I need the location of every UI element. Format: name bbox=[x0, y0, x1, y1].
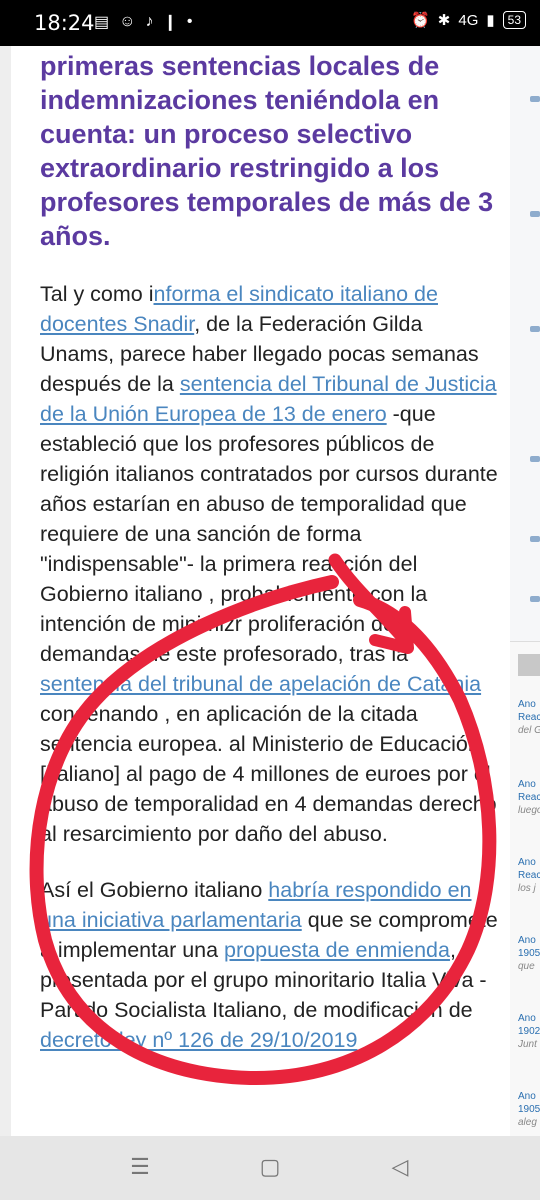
catania-sentence-link[interactable]: sentencia del tribunal de apelación de C… bbox=[40, 672, 481, 696]
notification-icons: ▤ ☺ ♪ ❙ • bbox=[94, 12, 192, 32]
alarm-icon: ⏰ bbox=[411, 12, 430, 29]
sidebar-bullet-icon bbox=[530, 456, 540, 462]
status-bar: 18:24 ▤ ☺ ♪ ❙ • ⏰ ✱ 4G ▮ 53 bbox=[0, 0, 540, 46]
recent-comments-widget: AnoReacdel G AnoReacluego AnoReaclos j A… bbox=[510, 641, 540, 1136]
sidebar-entry[interactable]: Ano 1905 que bbox=[518, 934, 540, 973]
bar-icon: ❙ bbox=[163, 14, 177, 31]
sidebar-entry[interactable]: AnoReacluego bbox=[518, 778, 540, 817]
article-body: primeras sentencias locales de indemniza… bbox=[40, 46, 500, 1055]
battery-indicator: 53 bbox=[502, 11, 526, 29]
status-time: 18:24 bbox=[34, 11, 95, 35]
sidebar-entry[interactable]: Ano Reac del G bbox=[518, 698, 540, 737]
sidebar-entry[interactable]: Ano Reac los j bbox=[518, 856, 540, 895]
article-paragraph-2: Así el Gobierno italiano habría respondi… bbox=[40, 878, 498, 1052]
signal-icon: ▮ bbox=[486, 12, 495, 29]
network-indicator: 4G bbox=[458, 11, 479, 29]
article-paragraph-1: Tal y como informa el sindicato italiano… bbox=[40, 282, 498, 846]
home-icon[interactable]: ▢ bbox=[255, 1154, 285, 1182]
sidebar-bullet-icon bbox=[530, 536, 540, 542]
tiktok-icon: ♪ bbox=[145, 13, 154, 30]
decree-link[interactable]: decreto-ley nº 126 de 29/10/2019 bbox=[40, 1028, 357, 1052]
webpage[interactable]: AnoReacdel G AnoReacluego AnoReaclos j A… bbox=[0, 46, 540, 1136]
sidebar-bullet-icon bbox=[530, 211, 540, 217]
system-nav-bar: ☰ ▢ ◁ bbox=[0, 1136, 540, 1200]
sidebar-bullet-icon bbox=[530, 326, 540, 332]
smiley-app-icon: ☺ bbox=[119, 13, 136, 30]
menu-icon[interactable]: ☰ bbox=[125, 1154, 155, 1182]
article-heading: primeras sentencias locales de indemniza… bbox=[40, 51, 494, 251]
sidebar-entry[interactable]: Ano 1905 aleg bbox=[518, 1090, 540, 1129]
sidebar-bullet-icon bbox=[530, 596, 540, 602]
back-icon[interactable]: ◁ bbox=[385, 1154, 415, 1182]
right-sidebar: AnoReacdel G AnoReacluego AnoReaclos j A… bbox=[510, 46, 540, 1136]
left-gutter bbox=[0, 46, 11, 1136]
sidebar-bullet-icon bbox=[530, 96, 540, 102]
system-icons: ⏰ ✱ 4G ▮ 53 bbox=[411, 11, 526, 29]
bluetooth-icon: ✱ bbox=[437, 12, 451, 29]
dot-icon: • bbox=[186, 13, 193, 30]
message-icon: ▤ bbox=[94, 14, 110, 31]
amendment-link[interactable]: propuesta de enmienda bbox=[224, 938, 450, 962]
sidebar-entry[interactable]: Ano 1902 Junt bbox=[518, 1012, 540, 1051]
avatar bbox=[518, 654, 540, 676]
